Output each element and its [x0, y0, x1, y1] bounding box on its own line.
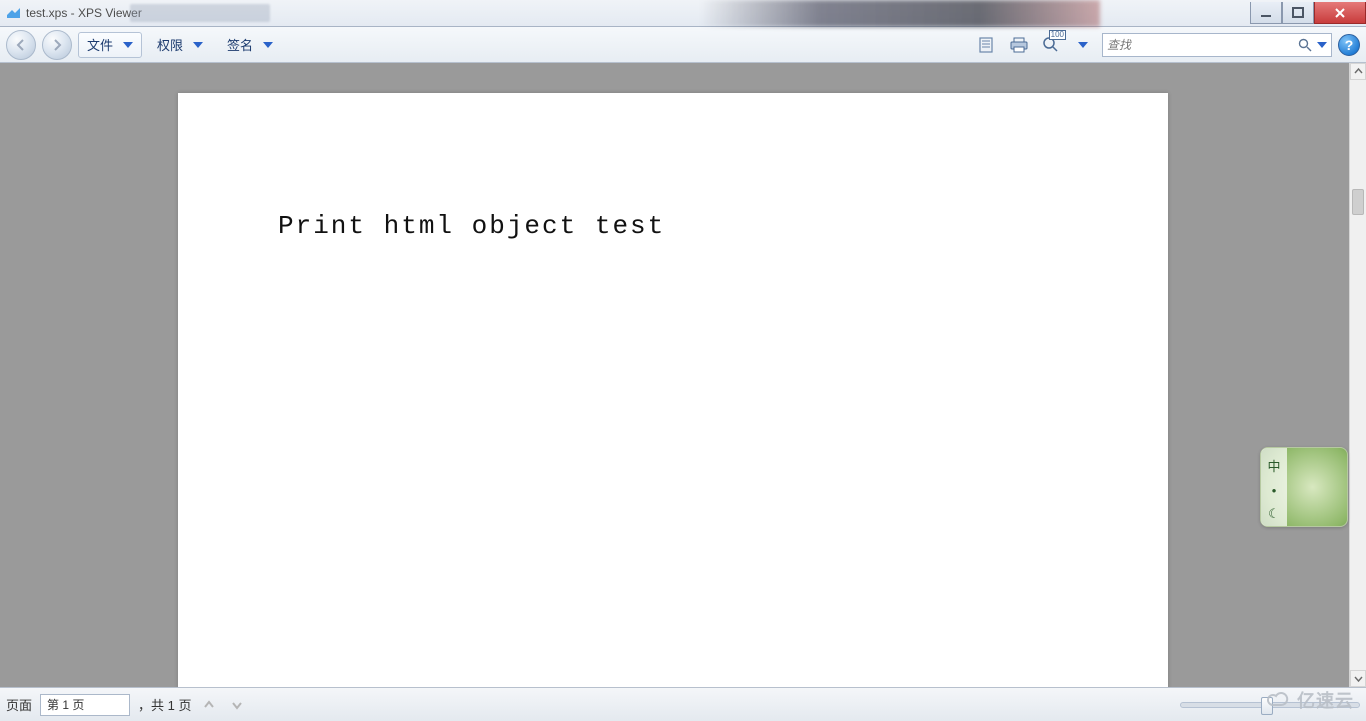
outline-icon[interactable] [974, 32, 1000, 58]
nav-back-button[interactable] [6, 30, 36, 60]
nav-forward-button[interactable] [42, 30, 72, 60]
zoom-icon[interactable]: 100 [1038, 32, 1064, 58]
ime-floating-panel[interactable]: 中 • ☾ [1260, 447, 1348, 527]
menu-file[interactable]: 文件 [78, 32, 142, 58]
toolbar: 文件 权限 签名 100 ? [0, 27, 1366, 63]
prev-page-button[interactable] [199, 695, 219, 715]
maximize-button[interactable] [1282, 2, 1314, 24]
watermark: 亿速云 [1267, 687, 1354, 713]
ime-mode-char: 中 [1267, 456, 1280, 475]
close-button[interactable] [1314, 2, 1366, 24]
app-icon [6, 6, 22, 20]
vertical-scrollbar[interactable] [1349, 63, 1366, 687]
chevron-down-icon [1078, 42, 1088, 48]
window-controls [1250, 2, 1366, 24]
search-input[interactable] [1107, 38, 1297, 52]
ime-tab[interactable]: 中 • ☾ [1261, 448, 1287, 526]
search-icon[interactable] [1297, 37, 1313, 53]
background-blur [700, 0, 1100, 27]
help-icon[interactable]: ? [1338, 34, 1360, 56]
scroll-down-button[interactable] [1350, 670, 1366, 687]
watermark-text: 亿速云 [1297, 687, 1354, 713]
document-body-text: Print html object test [278, 211, 1068, 241]
menu-permission[interactable]: 权限 [148, 32, 212, 58]
ime-dot-icon: • [1272, 483, 1277, 498]
total-pages-label: ，共 1 页 [138, 695, 191, 714]
window-titlebar: test.xps - XPS Viewer [0, 0, 1366, 27]
print-icon[interactable] [1006, 32, 1032, 58]
search-box[interactable] [1102, 33, 1332, 57]
page-number-input[interactable] [40, 694, 130, 716]
zoom-dropdown[interactable] [1070, 32, 1096, 58]
scroll-thumb[interactable] [1352, 189, 1364, 215]
chevron-down-icon [123, 42, 133, 48]
scroll-up-button[interactable] [1350, 63, 1366, 80]
status-bar: 页面 ，共 1 页 亿速云 [0, 687, 1366, 721]
minimize-button[interactable] [1250, 2, 1282, 24]
zoom-value-badge: 100 [1049, 30, 1066, 40]
page-label: 页面 [6, 695, 32, 714]
background-window-tab [130, 4, 270, 22]
menu-sign[interactable]: 签名 [218, 32, 282, 58]
chevron-down-icon [263, 42, 273, 48]
document-viewport: Print html object test 中 • ☾ [0, 63, 1366, 687]
next-page-button[interactable] [227, 695, 247, 715]
chevron-down-icon [193, 42, 203, 48]
menu-sign-label: 签名 [227, 35, 253, 54]
chevron-down-icon[interactable] [1317, 42, 1327, 48]
ime-moon-icon: ☾ [1268, 506, 1280, 522]
document-page: Print html object test [178, 93, 1168, 687]
menu-file-label: 文件 [87, 35, 113, 54]
window-title: test.xps - XPS Viewer [26, 6, 142, 20]
menu-permission-label: 权限 [157, 35, 183, 54]
